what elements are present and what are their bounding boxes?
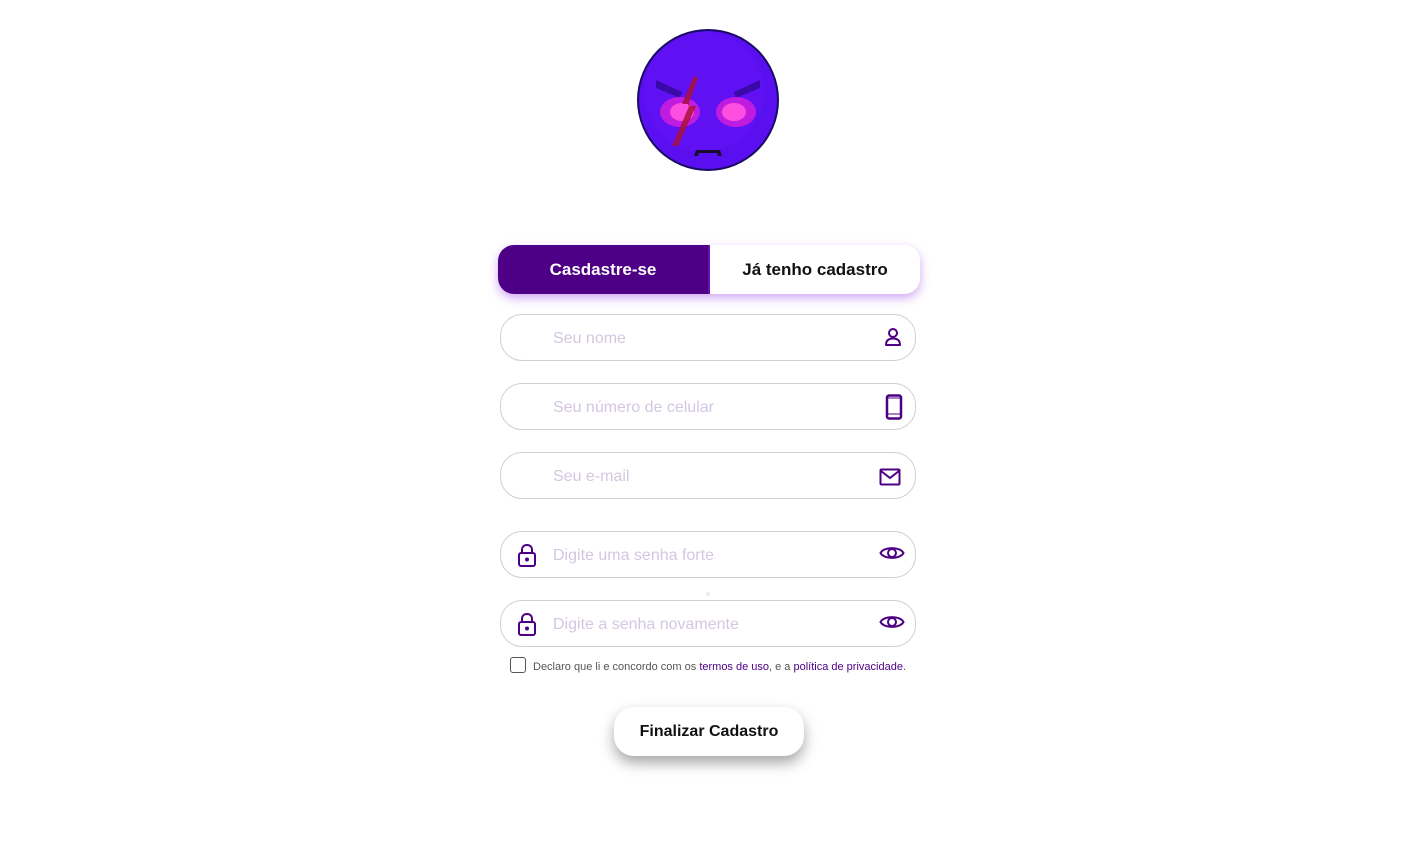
phone-icon [885,394,903,420]
password-input[interactable] [551,532,865,579]
finish-registration-button[interactable]: Finalizar Cadastro [614,707,804,756]
email-input[interactable] [551,453,865,500]
name-field [500,314,916,362]
tab-login[interactable]: Já tenho cadastro [708,245,920,294]
tab-register[interactable]: Casdastre-se [498,245,708,294]
terms-text-prefix: Declaro que li e concordo com os [533,661,700,673]
password-confirm-input[interactable] [551,601,865,648]
phone-field [500,383,916,431]
terms-checkbox[interactable] [510,657,526,673]
eye-icon[interactable] [879,544,905,562]
terms-consent: Declaro que li e concordo com os termos … [510,657,906,673]
email-field [500,452,916,500]
privacy-policy-link[interactable]: política de privacidade [793,661,902,673]
name-input[interactable] [551,315,865,362]
lock-icon [518,612,536,636]
terms-text-middle: , e a [769,661,794,673]
angry-face-logo [637,29,779,171]
phone-input[interactable] [551,384,865,431]
password-confirm-field [500,600,916,648]
divider-dot [706,592,710,596]
eye-icon[interactable] [879,613,905,631]
terms-of-use-link[interactable]: termos de uso [699,661,769,673]
user-icon [885,328,901,346]
password-field [500,531,916,579]
mail-icon [879,468,901,486]
auth-tabs: Casdastre-se Já tenho cadastro [498,245,920,294]
terms-text-suffix: . [902,661,907,673]
register-page: Casdastre-se Já tenho cadastro Seu nome … [0,0,1416,863]
lock-icon [518,543,536,567]
